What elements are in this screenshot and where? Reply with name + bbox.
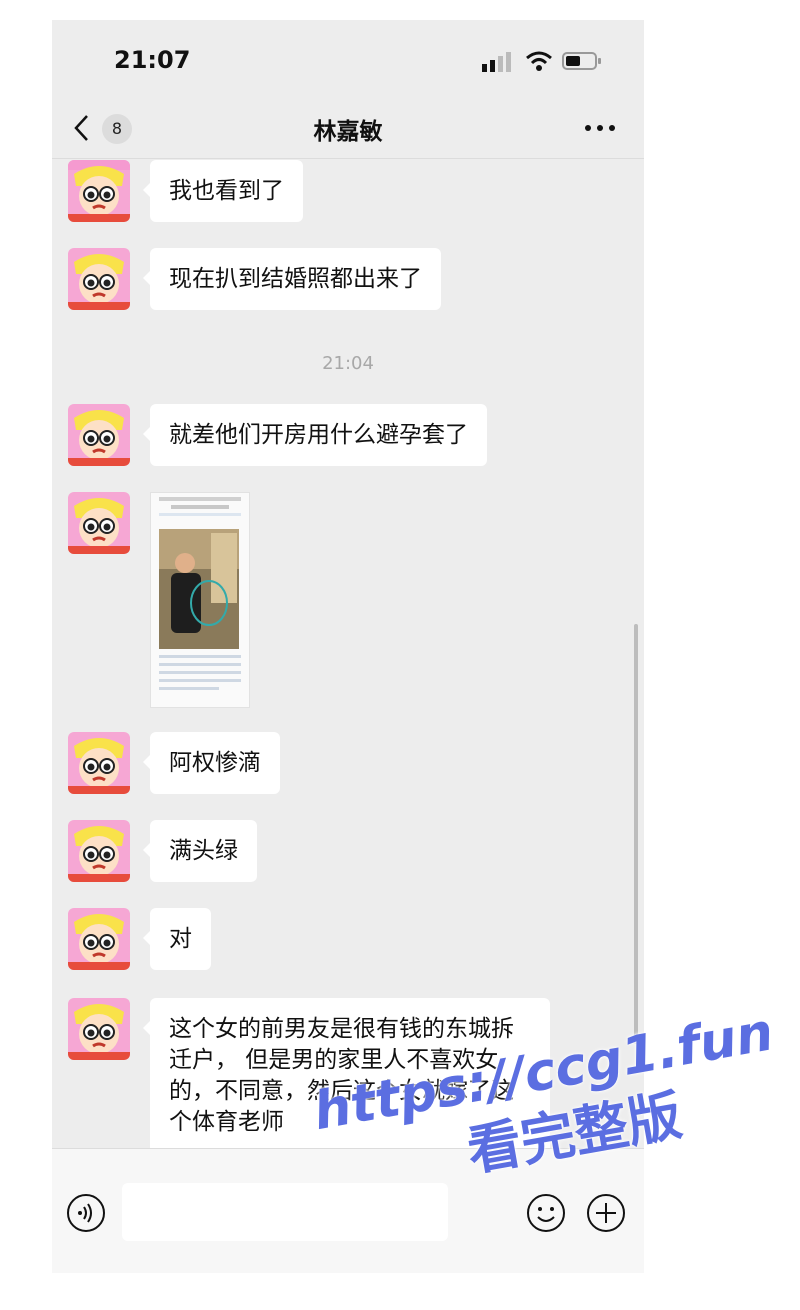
plus-icon[interactable] — [586, 1193, 626, 1233]
scrollbar[interactable] — [634, 624, 638, 1044]
nav-bar: 8 林嘉敏 — [52, 98, 644, 159]
battery-icon — [562, 52, 601, 70]
time-divider: 21:04 — [322, 353, 374, 374]
avatar-image — [68, 820, 130, 882]
contact-avatar[interactable] — [68, 492, 130, 554]
contact-avatar[interactable] — [68, 998, 130, 1060]
chat-screen: 21:07 8 林嘉敏 我也看到了 现在扒到结婚照都出来了 21:04 就差他们… — [52, 20, 644, 1273]
screenshot-thumbnail — [151, 493, 249, 707]
status-bar: 21:07 — [52, 20, 644, 98]
cellular-signal-icon — [482, 52, 511, 72]
contact-avatar[interactable] — [68, 732, 130, 794]
message-bubble[interactable]: 阿权惨滴 — [143, 732, 280, 794]
more-dots-icon[interactable] — [580, 116, 620, 140]
input-bar — [52, 1148, 644, 1273]
contact-avatar[interactable] — [68, 160, 130, 222]
contact-avatar[interactable] — [68, 248, 130, 310]
image-message[interactable] — [150, 492, 250, 708]
contact-avatar[interactable] — [68, 820, 130, 882]
avatar-image — [68, 732, 130, 794]
back-button[interactable]: 8 — [72, 108, 142, 148]
message-input[interactable] — [122, 1183, 448, 1241]
message-bubble[interactable]: 就差他们开房用什么避孕套了 — [143, 404, 487, 466]
contact-avatar[interactable] — [68, 908, 130, 970]
status-time: 21:07 — [114, 46, 191, 74]
avatar-image — [68, 248, 130, 310]
voice-input-icon[interactable] — [66, 1193, 106, 1233]
emoji-icon[interactable] — [526, 1193, 566, 1233]
message-bubble[interactable]: 现在扒到结婚照都出来了 — [143, 248, 441, 310]
unread-count-badge: 8 — [102, 114, 132, 144]
contact-avatar[interactable] — [68, 404, 130, 466]
wifi-icon — [526, 51, 552, 71]
message-bubble[interactable]: 这个女的前男友是很有钱的东城拆迁户， 但是男的家里人不喜欢女的，不同意，然后这个… — [143, 998, 550, 1154]
message-bubble[interactable]: 对 — [143, 908, 211, 970]
avatar-image — [68, 998, 130, 1060]
message-bubble[interactable]: 满头绿 — [143, 820, 257, 882]
message-bubble[interactable]: 我也看到了 — [143, 160, 303, 222]
avatar-image — [68, 492, 130, 554]
avatar-image — [68, 404, 130, 466]
avatar-image — [68, 160, 130, 222]
chevron-left-icon — [74, 115, 88, 141]
avatar-image — [68, 908, 130, 970]
